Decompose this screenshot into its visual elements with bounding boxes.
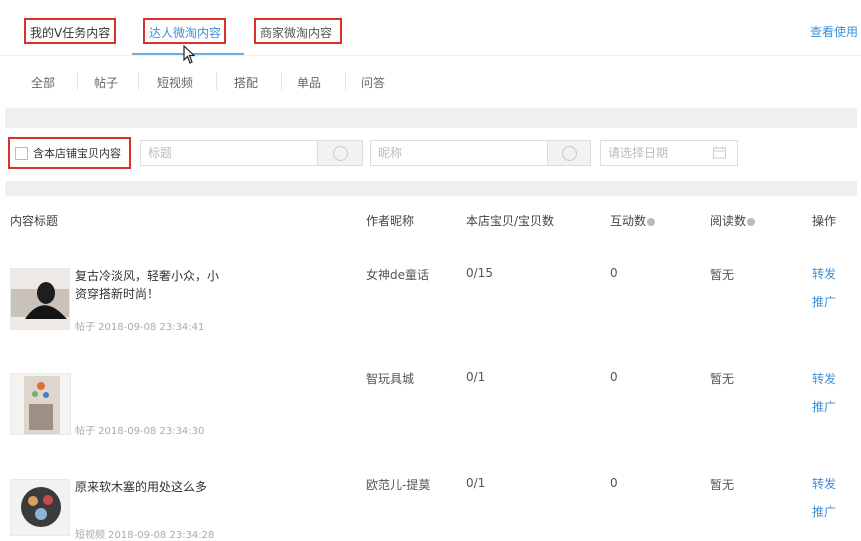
content-thumbnail[interactable]: [10, 373, 71, 435]
content-thumbnail[interactable]: [10, 479, 70, 536]
subtab-separator: [281, 72, 282, 90]
forward-link[interactable]: 转发: [812, 370, 836, 387]
content-meta: 帖子 2018-09-08 23:34:41: [75, 322, 205, 333]
read-count: 暂无: [710, 268, 735, 282]
thumbnail-image: [11, 374, 70, 434]
include-store-items-label: 含本店铺宝贝内容: [33, 147, 121, 160]
header-author: 作者昵称: [366, 214, 415, 228]
forward-link[interactable]: 转发: [812, 475, 836, 492]
subtab-separator: [345, 72, 346, 90]
title-search-button[interactable]: [317, 140, 363, 166]
header-items: 本店宝贝/宝贝数: [466, 214, 555, 228]
content-meta: 短视频 2018-09-08 23:34:28: [75, 530, 215, 541]
header-content-title: 内容标题: [10, 214, 59, 228]
subtab-all[interactable]: 全部: [31, 74, 55, 91]
thumbnail-image: [11, 480, 69, 535]
content-title[interactable]: 原来软木塞的用处这么多: [75, 478, 225, 496]
nickname-search-button[interactable]: [547, 140, 591, 166]
author-name: 女神de童话: [366, 268, 430, 282]
item-count: 0/1: [466, 476, 486, 490]
mouse-cursor-icon: [183, 45, 196, 64]
header-reads: 阅读数: [710, 212, 756, 229]
subtab-outfits[interactable]: 搭配: [234, 74, 258, 91]
header-actions: 操作: [812, 214, 837, 228]
content-title[interactable]: 复古冷淡风，轻奢小众，小资穿搭新时尚！: [75, 267, 225, 303]
read-count: 暂无: [710, 478, 735, 492]
subtab-separator: [77, 72, 78, 90]
interaction-count: 0: [610, 370, 618, 384]
tab-my-v-tasks[interactable]: 我的V任务内容: [24, 18, 116, 44]
include-store-items-checkbox[interactable]: [15, 146, 28, 160]
author-name: 智玩具城: [366, 372, 415, 386]
interaction-count: 0: [610, 266, 618, 280]
item-count: 0/1: [466, 370, 486, 384]
nickname-search-input[interactable]: 昵称: [370, 140, 548, 166]
table-top-band: [5, 181, 857, 196]
author-name: 欧范儿-提莫: [366, 478, 431, 492]
thumbnail-image: [11, 269, 69, 329]
subtab-separator: [138, 72, 139, 90]
subtab-single-item[interactable]: 单品: [297, 74, 321, 91]
promote-link[interactable]: 推广: [812, 398, 836, 415]
info-icon[interactable]: [747, 217, 756, 226]
title-search-input[interactable]: 标题: [140, 140, 318, 166]
subtab-short-video[interactable]: 短视频: [157, 74, 193, 91]
read-count: 暂无: [710, 372, 735, 386]
interaction-count: 0: [610, 476, 618, 490]
section-band: [5, 108, 857, 128]
header-interactions: 互动数: [610, 212, 656, 229]
help-link[interactable]: 查看使用: [810, 23, 858, 40]
content-thumbnail[interactable]: [10, 268, 70, 330]
include-store-items-filter[interactable]: 含本店铺宝贝内容: [8, 137, 131, 169]
tab-influencer-content[interactable]: 达人微淘内容: [143, 18, 226, 44]
subtab-qa[interactable]: 问答: [361, 74, 385, 91]
promote-link[interactable]: 推广: [812, 503, 836, 520]
search-icon: [332, 145, 348, 161]
promote-link[interactable]: 推广: [812, 293, 836, 310]
tab-merchant-content[interactable]: 商家微淘内容: [254, 18, 342, 44]
search-icon: [561, 145, 577, 161]
subtab-separator: [216, 72, 217, 90]
top-divider: [0, 55, 861, 56]
info-icon[interactable]: [647, 217, 656, 226]
content-meta: 帖子 2018-09-08 23:34:30: [75, 426, 205, 437]
item-count: 0/15: [466, 266, 493, 280]
calendar-icon: [713, 146, 726, 159]
forward-link[interactable]: 转发: [812, 265, 836, 282]
subtab-posts[interactable]: 帖子: [94, 74, 118, 91]
